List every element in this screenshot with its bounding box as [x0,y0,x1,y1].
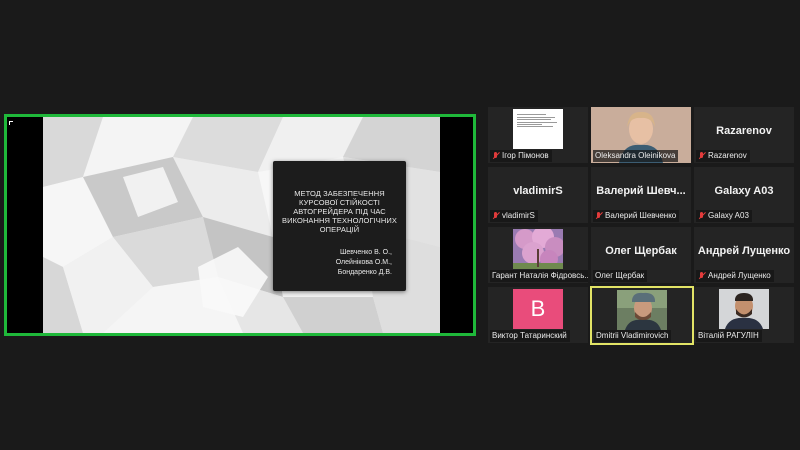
participant-name-label: Виктор Татаринский [490,330,570,342]
slide-authors: Шевченко В. О., Олейнікова О.М., Бондаре… [281,248,398,278]
mic-muted-icon [698,212,706,220]
shared-doc-thumbnail [513,109,563,149]
avatar: B [513,289,563,329]
mic-muted-icon [492,212,500,220]
participant-name-label: Олег Щербак [593,270,648,282]
participant-tile-dmitrii[interactable]: Dmitrii Vladimirovich [590,286,694,345]
participant-name-label: Oleksandra Oleinikova [593,150,679,162]
participant-name-label: Валерий Шевченко [593,210,680,222]
slide-author: Бондаренко Д.В. [337,269,392,276]
participant-name-label: Ігор Пімонов [490,150,552,162]
participant-tile-vladimirs[interactable]: vladimirS vladimirS [488,167,588,223]
participant-name-label: Galaxy A03 [696,210,752,222]
participant-tile-oleg[interactable]: Олег Щербак Олег Щербак [591,227,691,283]
participant-display-name: Андрей Лущенко [697,245,791,257]
share-corner-marker [9,121,13,125]
presentation-slide: Метод забезпечення курсової стійкості ав… [43,117,440,333]
participant-video [719,289,769,329]
participant-name-label: Віталій РАГУЛІН [696,330,762,342]
participant-name-label: Андрей Лущенко [696,270,774,282]
slide-title: Метод забезпечення курсової стійкості ав… [281,189,398,234]
mic-muted-icon [492,152,500,160]
participant-name-label: Dmitrii Vladimirovich [594,330,672,342]
mic-muted-icon [595,212,603,220]
participant-display-name: Galaxy A03 [714,185,774,197]
participant-display-name: Razarenov [716,125,772,137]
participant-name-label: vladimirS [490,210,538,222]
participant-name-label: Razarenov [696,150,750,162]
participant-tile-andrey[interactable]: Андрей Лущенко Андрей Лущенко [694,227,794,283]
participant-tile-garant[interactable]: Гарант Наталія Фідровсь... [488,227,588,283]
participant-tile-vitaliy[interactable]: Віталій РАГУЛІН [694,287,794,343]
participant-video [617,290,667,330]
participant-tile-igor[interactable]: Ігор Пімонов [488,107,588,163]
participant-tile-viktor[interactable]: B Виктор Татаринский [488,287,588,343]
participant-name-label: Гарант Наталія Фідровсь... [490,270,588,282]
slide-author: Шевченко В. О., [340,249,392,256]
slide-author: Олейнікова О.М., [335,259,392,266]
participant-tile-oleksandra[interactable]: Oleksandra Oleinikova [591,107,691,163]
mic-muted-icon [698,272,706,280]
participant-display-name: vladimirS [513,185,563,197]
participant-display-name: Олег Щербак [605,245,677,257]
meeting-window: Метод забезпечення курсової стійкості ав… [0,0,800,450]
blossom-photo [513,229,563,269]
mic-muted-icon [698,152,706,160]
participant-tile-razarenov[interactable]: Razarenov Razarenov [694,107,794,163]
slide-title-box: Метод забезпечення курсової стійкості ав… [273,161,406,291]
participant-tile-valeriy[interactable]: Валерий Шевч... Валерий Шевченко [591,167,691,223]
shared-screen[interactable]: Метод забезпечення курсової стійкості ав… [4,114,476,336]
participant-display-name: Валерий Шевч... [596,185,686,197]
participant-tile-galaxy[interactable]: Galaxy A03 Galaxy A03 [694,167,794,223]
